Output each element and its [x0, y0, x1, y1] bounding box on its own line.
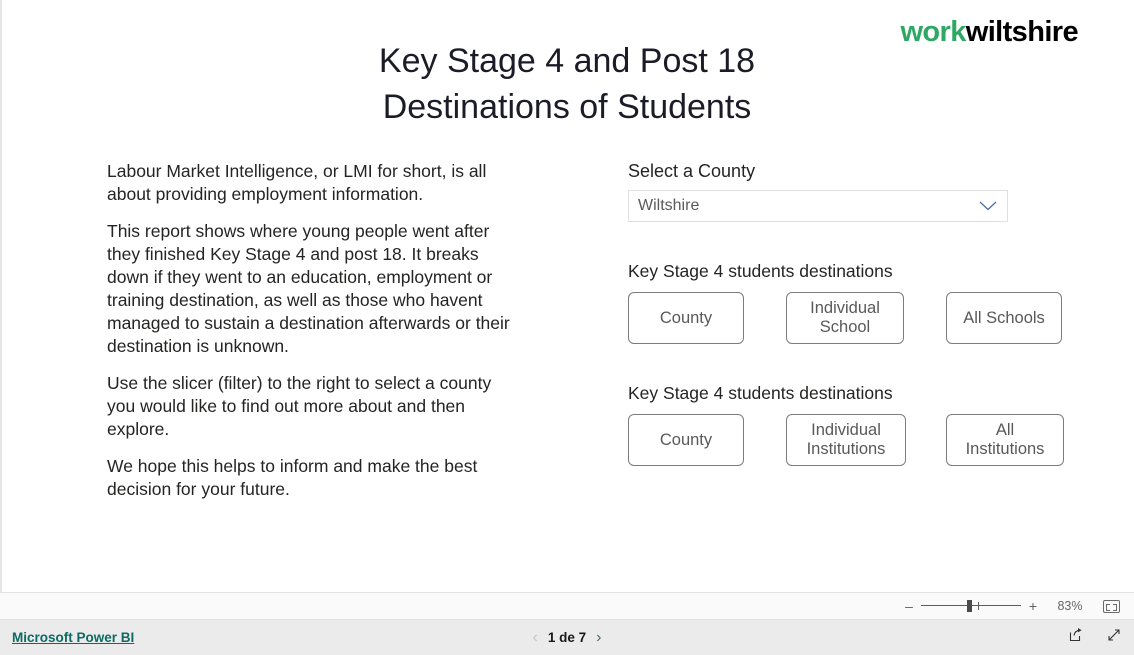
footer-action-icons	[1046, 627, 1122, 648]
ks4-schools-button-row: County Individual School All Schools	[628, 292, 1078, 344]
county-slicer-dropdown[interactable]: Wiltshire	[628, 190, 1008, 222]
zoom-toolbar: – + 83%	[0, 592, 1134, 620]
button-county-schools[interactable]: County	[628, 292, 744, 344]
intro-paragraph-1: Labour Market Intelligence, or LMI for s…	[107, 161, 487, 204]
page-indicator: 1 de 7	[547, 630, 587, 645]
button-all-schools-line1: All Schools	[963, 308, 1045, 327]
button-all-schools[interactable]: All Schools	[946, 292, 1062, 344]
intro-paragraph-2: This report shows where young people wen…	[107, 221, 510, 356]
zoom-percent-label: 83%	[1057, 599, 1083, 613]
chevron-right-icon[interactable]: ›	[586, 629, 611, 646]
ks4-schools-heading: Key Stage 4 students destinations	[628, 261, 893, 281]
button-individual-institutions-line1: Individual	[811, 421, 881, 439]
page-title-line-2: Destinations of Students	[382, 88, 752, 126]
logo-text-wiltshire: wiltshire	[965, 16, 1079, 48]
ks4-institutions-heading: Key Stage 4 students destinations	[628, 383, 893, 403]
microsoft-power-bi-link[interactable]: Microsoft Power BI	[12, 630, 134, 645]
power-bi-report-viewer: workwiltshire Key Stage 4 and Post 18 De…	[0, 0, 1134, 655]
button-all-institutions-line1: All	[995, 421, 1015, 439]
page-navigation: ‹ 1 de 7 ›	[523, 629, 612, 646]
share-icon[interactable]	[1068, 627, 1084, 648]
fit-to-screen-icon[interactable]	[1103, 599, 1120, 613]
button-individual-school[interactable]: Individual School	[786, 292, 904, 344]
button-county-schools-line1: County	[659, 308, 713, 327]
report-canvas: workwiltshire Key Stage 4 and Post 18 De…	[0, 0, 1134, 592]
ks4-schools-group: Key Stage 4 students destinations County…	[628, 260, 1078, 344]
button-county-institutions-line1: County	[659, 430, 713, 449]
chevron-down-icon	[979, 201, 997, 211]
page-title: Key Stage 4 and Post 18 Destinations of …	[202, 38, 932, 130]
zoom-out-button[interactable]: –	[903, 599, 915, 613]
intro-text-column: Labour Market Intelligence, or LMI for s…	[107, 160, 522, 501]
button-individual-school-line1: Individual	[810, 299, 880, 317]
ks4-institutions-button-row: County Individual Institutions All Insti…	[628, 414, 1078, 466]
zoom-slider[interactable]	[921, 599, 1021, 613]
report-footer: Microsoft Power BI ‹ 1 de 7 ›	[0, 620, 1134, 655]
button-individual-school-line2: School	[819, 318, 871, 336]
chevron-left-icon[interactable]: ‹	[523, 629, 548, 646]
intro-paragraph-4: We hope this helps to inform and make th…	[107, 456, 478, 499]
zoom-slider-tick	[978, 602, 979, 610]
button-all-institutions-line2: Institutions	[965, 440, 1045, 458]
intro-paragraph-3: Use the slicer (filter) to the right to …	[107, 373, 492, 439]
county-slicer-label: Select a County	[628, 161, 756, 181]
zoom-slider-handle[interactable]	[967, 600, 972, 612]
button-all-institutions[interactable]: All Institutions	[946, 414, 1064, 466]
fullscreen-icon[interactable]	[1106, 627, 1122, 648]
button-county-institutions[interactable]: County	[628, 414, 744, 466]
button-individual-institutions-line2: Institutions	[806, 440, 886, 458]
controls-column: Select a County Wiltshire Key Stage 4 st…	[628, 160, 1078, 466]
page-title-line-1: Key Stage 4 and Post 18	[378, 42, 756, 80]
button-individual-institutions[interactable]: Individual Institutions	[786, 414, 906, 466]
county-slicer-value: Wiltshire	[638, 197, 700, 214]
ks4-institutions-group: Key Stage 4 students destinations County…	[628, 382, 1078, 466]
zoom-in-button[interactable]: +	[1027, 599, 1039, 613]
